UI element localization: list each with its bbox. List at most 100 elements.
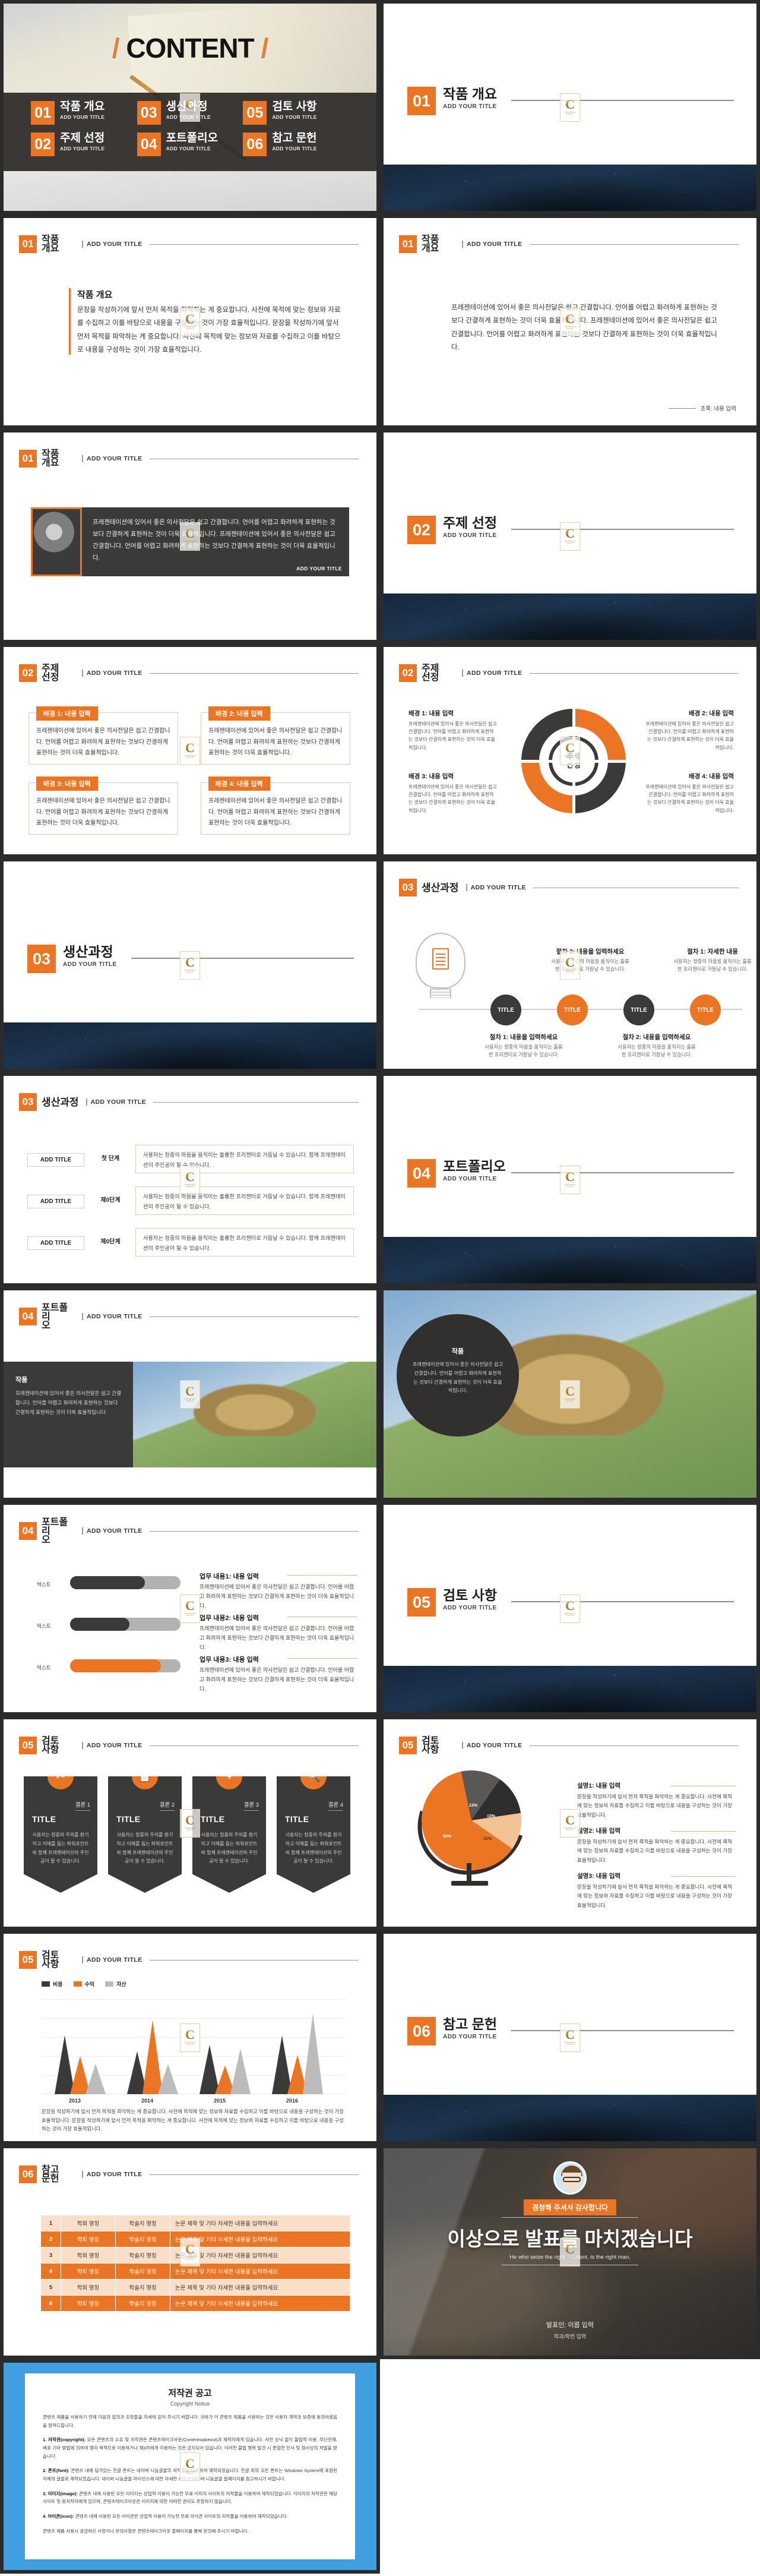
conclusion-card-3[interactable]: ⚘ 결론 3 TITLE 사용자는 청중의 주의를 환기하고 이해를 돕는 파워… xyxy=(192,1776,266,1893)
conclusion-card-1[interactable]: ✂ 결론 1 TITLE 사용자는 청중의 주의를 환기하고 이해를 돕는 파워… xyxy=(24,1776,97,1893)
slide-overview-photo[interactable]: 01 작품 개요 ADD YOUR TITLE 프레젠테이션에 있어서 좋은 의… xyxy=(0,429,380,643)
timeline-caption-body: 사용자는 청중의 마음을 움직이는 훌륭한 프리젠터로 거듭날 수 있습니다. xyxy=(484,1044,563,1058)
slide-header: 05 검토 사항 ADD YOUR TITLE xyxy=(399,1732,739,1759)
slide-section-06[interactable]: 06 참고 문헌 ADD YOUR TITLE C CONTENTS TAKE-… xyxy=(380,1930,760,2145)
header-sublabel: ADD YOUR TITLE xyxy=(82,455,142,462)
table-row[interactable]: 4 학회 명칭 학술지 명칭 논문 제목 및 기타 자세한 내용을 입력하세요 xyxy=(40,2263,350,2280)
header-sublabel: ADD YOUR TITLE xyxy=(82,1527,142,1535)
header-label: 포트폴리 오 xyxy=(42,1517,75,1545)
slide-grid: / CONTENT / 01 작품 개요 ADD YOUR TITLE 03 생… xyxy=(0,0,760,2574)
stage-row-1[interactable]: ADD TITLE 첫 단계 사용자는 청중의 마음을 움직이는 훌륭한 프리젠… xyxy=(27,1145,354,1173)
slide-topic-ring[interactable]: 02 주제 선정 ADD YOUR TITLE 주제 선정 xyxy=(380,643,760,858)
slide-process-rows[interactable]: 03 생산과정 ADD YOUR TITLE ADD TITLE 첫 단계 사용… xyxy=(0,1072,380,1287)
ring-quadrant-3[interactable]: 배경 3: 내용 입력 프레젠테이션에 있어서 좋은 의사전달은 쉽고 간결합니… xyxy=(408,772,498,815)
stage-body: 사용자는 청중의 마음을 움직이는 훌륭한 프리젠터로 거듭날 수 있습니다. … xyxy=(135,1145,354,1173)
header-label-line2: 선정 xyxy=(42,673,59,683)
header-label: 참고 문헌 xyxy=(42,2165,75,2184)
references-table: 1 학회 명칭 학술지 명칭 논문 제목 및 기타 자세한 내용을 입력하세요 … xyxy=(40,2215,350,2312)
ref-no: 1 xyxy=(40,2215,61,2231)
stage-row-2[interactable]: ADD TITLE 제0단계 사용자는 청중의 마음을 움직이는 훌륭한 프리젠… xyxy=(27,1186,354,1215)
section-sublabel: ADD YOUR TITLE xyxy=(443,532,497,539)
watermark-sub: TAKE-OUT xyxy=(566,1829,574,1831)
toc-item-06[interactable]: 06 참고 문헌 ADD YOUR TITLE xyxy=(243,132,349,164)
table-row[interactable]: 6 학회 명칭 학술지 명칭 논문 제목 및 기타 자세한 내용을 입력하세요 xyxy=(40,2295,350,2312)
ref-title: 논문 제목 및 기타 자세한 내용을 입력하세요 xyxy=(170,2279,350,2296)
section-sublabel: ADD YOUR TITLE xyxy=(443,2034,497,2041)
slide-section-02[interactable]: 02 주제 선정 ADD YOUR TITLE C CONTENTS TAKE-… xyxy=(380,429,760,643)
slide-portfolio-photo-b[interactable]: 작품 프레젠테이션에 있어서 좋은 의사전달은 쉽고 간결합니다. 언어를 어렵… xyxy=(380,1287,760,1501)
clause-4-head: 4. 아이콘(icon): xyxy=(43,2513,74,2519)
toc-item-04[interactable]: 04 포트폴리오 ADD YOUR TITLE xyxy=(137,132,243,164)
portfolio-desc-2: 업무 내용2: 내용 입력 프레젠테이션에 있어서 좋은 의사전달은 쉽고 간결… xyxy=(200,1613,357,1653)
slide-topic-boxes[interactable]: 02 주제 선정 ADD YOUR TITLE 배경 1: 내용 입력 프레젠테… xyxy=(0,643,380,858)
ring-quadrant-1[interactable]: 배경 1: 내용 입력 프레젠테이션에 있어서 좋은 의사전달은 쉽고 간결합니… xyxy=(408,709,498,752)
slide-section-03[interactable]: 03 생산과정 ADD YOUR TITLE C CONTENTS TAKE-O… xyxy=(0,858,380,1072)
slide-copyright[interactable]: 저작권 공고 Copyright Notice 콘텐츠 제품을 사용하기 전에 … xyxy=(0,2359,380,2574)
timeline-node-label: TITLE xyxy=(564,1006,581,1014)
card-body: 사용자는 청중의 주의를 환기하고 이해를 돕는 파워포인트와 함께 프레젠테이… xyxy=(32,1832,89,1864)
copyright-title: 저작권 공고 xyxy=(168,2388,212,2398)
slide-pie-chart[interactable]: 05 검토 사항 ADD YOUR TITLE 62% 12% 13% 13% … xyxy=(380,1716,760,1930)
conclusion-card-4[interactable]: 🔍 결론 4 TITLE 사용자는 청중의 주의를 환기하고 이해를 돕는 파워… xyxy=(277,1776,350,1893)
ref-society: 학회 명칭 xyxy=(61,2247,116,2264)
watermark-sub: TAKE-OUT xyxy=(186,1615,194,1617)
slide-overview-text-b[interactable]: 01 작품 개요 ADD YOUR TITLE 프레젠테이션에 있어서 좋은 의… xyxy=(380,214,760,429)
slide-conclusion-cards[interactable]: 05 검토 사항 ADD YOUR TITLE ✂ 결론 1 TITLE 사용자… xyxy=(0,1716,380,1930)
stage-label: ADD TITLE xyxy=(27,1195,84,1208)
slide-portfolio-bars[interactable]: 04 포트폴리 오 ADD YOUR TITLE 텍스트 텍스트 텍스트 업무 … xyxy=(0,1501,380,1716)
slide-section-01[interactable]: 01 작품 개요 ADD YOUR TITLE C CONTENTS TAKE-… xyxy=(380,0,760,214)
stage-row-3[interactable]: ADD TITLE 제0단계 사용자는 청중의 마음을 움직이는 훌륭한 프리젠… xyxy=(27,1228,354,1257)
header-label: 검토 사항 xyxy=(422,1737,455,1755)
topic-box-3[interactable]: 배경 3: 내용 입력 프레젠테이션에 있어서 좋은 의사전달은 쉽고 간결합니… xyxy=(28,776,178,835)
slide-section-04[interactable]: 04 포트폴리오 ADD YOUR TITLE C CONTENTS TAKE-… xyxy=(380,1072,760,1287)
table-row[interactable]: 2 학회 명칭 학술지 명칭 논문 제목 및 기타 자세한 내용을 입력하세요 xyxy=(40,2231,350,2247)
header-label-line2: 사항 xyxy=(42,1745,59,1755)
section-number: 02 xyxy=(407,516,436,544)
header-sublabel: ADD YOUR TITLE xyxy=(82,241,142,248)
timeline-node-3[interactable]: TITLE xyxy=(623,995,654,1025)
night-photo-band xyxy=(384,594,756,640)
slide-portfolio-photo-a[interactable]: 04 포트폴리 오 ADD YOUR TITLE 작품 프레젠테이션에 있어서 … xyxy=(0,1287,380,1501)
section-number: 01 xyxy=(407,87,436,115)
ring-quadrant-4[interactable]: 배경 4: 내용 입력 프레젠테이션에 있어서 좋은 의사전달은 쉽고 간결합니… xyxy=(645,772,734,815)
slide-closing[interactable]: 경청해 주셔서 감사합니다 이상으로 발표를 마치겠습니다 He who sei… xyxy=(380,2145,760,2359)
toc-item-01[interactable]: 01 작품 개요 ADD YOUR TITLE xyxy=(31,101,137,132)
header-rule xyxy=(529,244,739,245)
pie-explain-2: 설명2: 내용 입력 문장을 작성하기에 앞서 먼저 목적을 파악하는 게 중요… xyxy=(577,1826,736,1865)
timeline-node-2[interactable]: TITLE xyxy=(557,995,588,1025)
timeline-caption-body: 사용자는 청중의 마음을 움직이는 훌륭한 프리젠터로 거듭날 수 있습니다. xyxy=(673,958,752,973)
table-row[interactable]: 1 학회 명칭 학술지 명칭 논문 제목 및 기타 자세한 내용을 입력하세요 xyxy=(40,2215,350,2231)
slide-header: 03 생산과정 ADD YOUR TITLE xyxy=(19,1089,359,1115)
toc-sublabel: ADD YOUR TITLE xyxy=(272,113,317,120)
conclusion-card-2[interactable]: 📋 결론 2 TITLE 사용자는 청중의 주의를 환기하고 이해를 돕는 파워… xyxy=(108,1776,182,1893)
progress-bar-2[interactable] xyxy=(70,1618,180,1631)
section-number: 04 xyxy=(407,1159,436,1188)
ring-quadrant-2[interactable]: 배경 2: 내용 입력 프레젠테이션에 있어서 좋은 의사전달은 쉽고 간결합니… xyxy=(645,709,734,752)
table-row[interactable]: 5 학회 명칭 학술지 명칭 논문 제목 및 기타 자세한 내용을 입력하세요 xyxy=(40,2279,350,2296)
topic-box-4[interactable]: 배경 4: 내용 입력 프레젠테이션에 있어서 좋은 의사전달은 쉽고 간결합니… xyxy=(201,776,350,835)
ref-title: 논문 제목 및 기타 자세한 내용을 입력하세요 xyxy=(170,2263,350,2280)
toc-number: 05 xyxy=(243,101,267,125)
topic-box-1[interactable]: 배경 1: 내용 입력 프레젠테이션에 있어서 좋은 의사전달은 쉽고 간결합니… xyxy=(28,706,178,765)
toc-item-03[interactable]: 03 생산과정 ADD YOUR TITLE xyxy=(137,101,243,132)
legend-label: 비용 xyxy=(53,1981,63,1987)
slide-section-05[interactable]: 05 검토 사항 ADD YOUR TITLE C CONTENTS TAKE-… xyxy=(380,1501,760,1716)
slide-process-timeline[interactable]: 03 생산과정 ADD YOUR TITLE TITLE TITLE TITLE… xyxy=(380,858,760,1072)
slide-overview-text-a[interactable]: 01 작품 개요 ADD YOUR TITLE 작품 개요 문장을 작성하기에 … xyxy=(0,214,380,429)
toc-item-02[interactable]: 02 주제 선정 ADD YOUR TITLE xyxy=(31,132,137,164)
slide-cover[interactable]: / CONTENT / 01 작품 개요 ADD YOUR TITLE 03 생… xyxy=(0,0,380,214)
watermark-letter: C xyxy=(565,1169,575,1184)
timeline-node-4[interactable]: TITLE xyxy=(690,995,721,1025)
progress-bar-3[interactable] xyxy=(70,1659,180,1672)
progress-bar-1[interactable] xyxy=(70,1576,180,1589)
timeline-node-1[interactable]: TITLE xyxy=(490,995,521,1025)
topic-box-2[interactable]: 배경 2: 내용 입력 프레젠테이션에 있어서 좋은 의사전달은 쉽고 간결합니… xyxy=(201,706,350,765)
slide-header: 06 참고 문헌 ADD YOUR TITLE xyxy=(19,2161,359,2187)
watermark-name: CONTENTS xyxy=(184,1612,196,1615)
toc-item-05[interactable]: 05 검토 사항 ADD YOUR TITLE xyxy=(243,101,349,132)
slide-bar-chart[interactable]: 05 검토 사항 ADD YOUR TITLE 비용 수익 자산 2013 20… xyxy=(0,1930,380,2145)
table-row[interactable]: 3 학회 명칭 학술지 명칭 논문 제목 및 기타 자세한 내용을 입력하세요 xyxy=(40,2247,350,2264)
document-icon xyxy=(432,948,449,970)
slide-references-table[interactable]: 06 참고 문헌 ADD YOUR TITLE 1 학회 명칭 학술지 명칭 논… xyxy=(0,2145,380,2359)
header-number: 05 xyxy=(19,1737,37,1754)
